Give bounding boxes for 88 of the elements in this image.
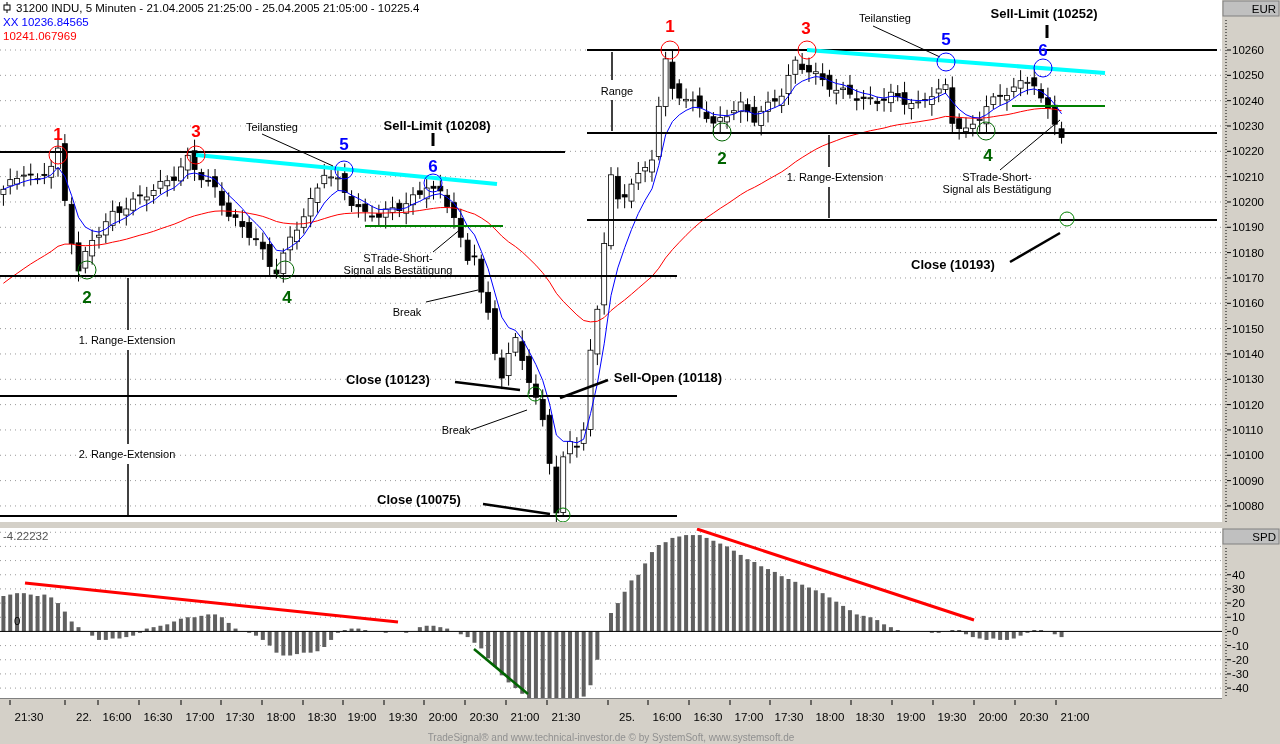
marker-number: 4 xyxy=(282,288,292,307)
price-tick-label: 10120 xyxy=(1232,398,1264,411)
time-tick-label: 21:30 xyxy=(551,711,581,723)
price-tick-label: 10150 xyxy=(1232,322,1264,335)
indicator-tick-label: -20 xyxy=(1232,653,1249,666)
price-tick-label: 10160 xyxy=(1232,297,1264,310)
indicator-tick-label: 40 xyxy=(1232,568,1245,581)
time-tick-label: 16:00 xyxy=(652,711,682,723)
indicator-value: XX 10236.84565 xyxy=(3,16,89,28)
price-tick-label: 10220 xyxy=(1232,145,1264,158)
marker-number: 5 xyxy=(941,30,951,49)
indicator-tick-label: 30 xyxy=(1232,582,1245,595)
time-tick-label: 19:30 xyxy=(388,711,418,723)
time-tick-label: 25. xyxy=(619,711,635,723)
price-tick-label: 10140 xyxy=(1232,347,1264,360)
price-tick-label: 10110 xyxy=(1232,423,1264,436)
marker-number: 3 xyxy=(191,122,201,141)
marker-number: 1 xyxy=(665,17,675,36)
time-tick-label: 20:00 xyxy=(978,711,1008,723)
marker-number: 5 xyxy=(339,135,349,154)
time-tick-label: 18:30 xyxy=(307,711,337,723)
indicator-tick-label: 10 xyxy=(1232,611,1245,624)
price-tick-label: 10180 xyxy=(1232,246,1264,259)
chart-annotation: STrade-Short- Signal als Bestätigung xyxy=(942,171,1052,195)
chart-annotation: Sell-Limit (10252) xyxy=(990,6,1098,21)
time-tick-label: 16:30 xyxy=(143,711,173,723)
time-tick-label: 19:30 xyxy=(937,711,967,723)
indicator-tick-label: -10 xyxy=(1232,639,1249,652)
marker-number: 4 xyxy=(983,146,993,165)
indicator-tick-label: 20 xyxy=(1232,597,1245,610)
price-tick-label: 10250 xyxy=(1232,69,1264,82)
price-tick-label: 10130 xyxy=(1232,373,1264,386)
chart-annotation: Break xyxy=(392,306,422,318)
time-tick-label: 20:00 xyxy=(428,711,458,723)
time-tick-label: 21:00 xyxy=(1060,711,1090,723)
indicator-tick-label: 0 xyxy=(1232,625,1239,638)
chart-title: 31200 INDU, 5 Minuten - 21.04.2005 21:25:00 - 25.04.2005 21:05:00 - 10225.4 xyxy=(16,2,420,14)
price-tick-label: 10260 xyxy=(1232,44,1264,56)
time-tick-label: 21:00 xyxy=(510,711,540,723)
marker-number: 2 xyxy=(717,149,727,168)
chart-annotation: Break xyxy=(441,424,471,436)
time-tick-label: 20:30 xyxy=(1019,711,1049,723)
price-tick-label: 10100 xyxy=(1232,449,1264,462)
chart-annotation: STrade-Short- Signal als Bestätigung xyxy=(343,252,453,276)
chart-annotation: Sell-Limit (10208) xyxy=(383,118,491,133)
price-tick-label: 10170 xyxy=(1232,271,1264,284)
indicator-tick-label: -40 xyxy=(1232,682,1249,695)
time-tick-label: 17:00 xyxy=(734,711,764,723)
marker-number: 3 xyxy=(801,19,811,38)
price-tick-label: 10200 xyxy=(1232,196,1264,208)
marker-number: 6 xyxy=(428,157,438,176)
chart-annotation: Teilanstieg xyxy=(859,12,911,24)
time-tick-label: 16:00 xyxy=(102,711,132,723)
marker-number: 1 xyxy=(53,125,63,144)
time-tick-label: 21:30 xyxy=(14,711,44,723)
price-tick-label: 10240 xyxy=(1232,94,1264,107)
copyright-text: TradeSignal® and www.technical-investor.de © by SystemSoft, www.systemsoft.de xyxy=(426,732,796,744)
price-tick-label: 10210 xyxy=(1232,170,1264,183)
price-tick-label: 10090 xyxy=(1232,474,1264,487)
price-tick-label: 10190 xyxy=(1232,221,1264,234)
indicator-value: -4.22232 xyxy=(3,530,49,542)
time-tick-label: 22. xyxy=(76,711,92,723)
chart-annotation: Range xyxy=(600,85,634,97)
price-tick-label: 10230 xyxy=(1232,120,1264,132)
time-tick-label: 17:30 xyxy=(225,711,255,723)
price-tick-label: 10080 xyxy=(1232,499,1264,512)
time-tick-label: 18:00 xyxy=(266,711,296,723)
chart-annotation: 2. Range-Extension xyxy=(78,448,176,460)
chart-annotation: Close (10123) xyxy=(346,372,430,387)
time-tick-label: 19:00 xyxy=(896,711,926,723)
time-tick-label: 20:30 xyxy=(469,711,499,723)
time-tick-label: 19:00 xyxy=(347,711,377,723)
chart-annotation: 1. Range-Extension xyxy=(78,334,176,346)
chart-annotation: Close (10075) xyxy=(377,492,461,507)
chart-annotation: 1. Range-Extension xyxy=(786,171,884,183)
indicator-tick-label: -30 xyxy=(1232,667,1249,680)
time-tick-label: 18:00 xyxy=(815,711,845,723)
time-tick-label: 16:30 xyxy=(693,711,723,723)
time-tick-label: 18:30 xyxy=(855,711,885,723)
indicator-value: 10241.067969 xyxy=(3,30,77,42)
chart-annotation: Teilanstieg xyxy=(246,121,298,133)
time-tick-label: 17:00 xyxy=(185,711,215,723)
chart-annotation: Sell-Open (10118) xyxy=(613,370,723,385)
chart-annotation: Close (10193) xyxy=(911,257,995,272)
currency-label: EUR xyxy=(1251,3,1276,15)
time-tick-label: 17:30 xyxy=(774,711,804,723)
indicator-name: SPD xyxy=(1252,531,1276,543)
marker-number: 2 xyxy=(82,288,92,307)
